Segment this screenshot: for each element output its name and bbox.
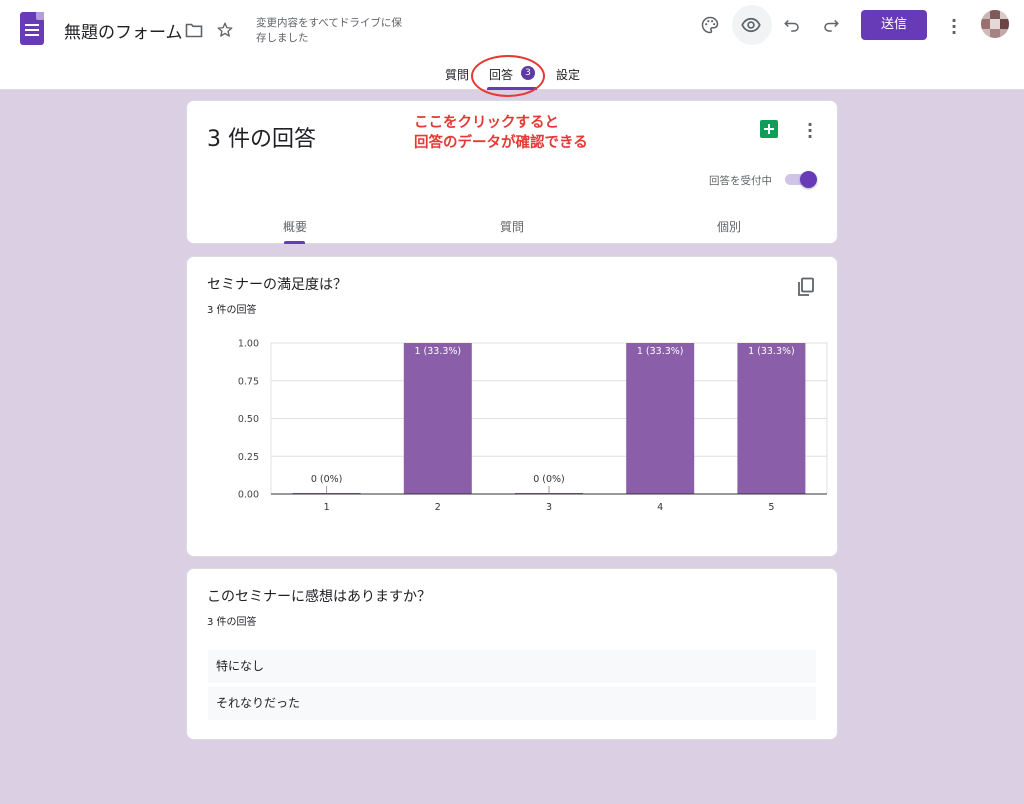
highlight-circle	[471, 55, 545, 97]
y-tick-label: 0.00	[238, 490, 259, 501]
star-icon[interactable]	[216, 21, 234, 39]
question-2-card: このセミナーに感想はありますか？ 3 件の回答 特になし それなりだった	[186, 568, 838, 740]
save-status: 変更内容をすべてドライブに保存しました	[256, 17, 402, 44]
undo-icon[interactable]	[783, 16, 801, 34]
palette-icon[interactable]	[700, 15, 720, 35]
annotation-text: ここをクリックすると 回答のデータが確認できる	[414, 113, 588, 153]
send-button[interactable]: 送信	[861, 10, 927, 40]
annotation-line-1: ここをクリックすると	[414, 115, 559, 131]
chart-bar	[403, 343, 472, 494]
response-summary-title: 3 件の回答	[207, 127, 316, 152]
summary-more-icon[interactable]: · · ·	[805, 117, 815, 145]
bar-data-label: 0 (0%)	[533, 474, 565, 485]
subtab-indicator	[284, 241, 305, 244]
question-2-count: 3 件の回答	[207, 617, 257, 628]
subtab-individual[interactable]: 個別	[703, 218, 755, 235]
question-1-card: セミナーの満足度は？ 3 件の回答 0.00 0.25 0.50 0.75 1.00 0 …	[186, 256, 838, 557]
accepting-responses-label: 回答を受付中	[709, 175, 772, 187]
forms-logo-icon[interactable]	[20, 12, 44, 45]
x-tick-label: 4	[657, 502, 663, 513]
x-tick-label: 3	[546, 502, 552, 513]
eye-icon	[741, 17, 761, 33]
bar-chart: 0.00 0.25 0.50 0.75 1.00 0 (0%) 1 1 (33.3%) 2 0 (…	[238, 339, 828, 513]
tab-questions[interactable]: 質問	[445, 66, 469, 83]
list-item: それなりだった	[208, 687, 816, 720]
summary-card: 3 件の回答 ここをクリックすると 回答のデータが確認できる · · · 回答を受付…	[186, 100, 838, 244]
list-item: 特になし	[208, 650, 816, 683]
bar-data-label: 1 (33.3%)	[748, 346, 795, 357]
x-tick-label: 2	[435, 502, 441, 513]
sheets-icon[interactable]	[760, 120, 778, 138]
bar-data-label: 0 (0%)	[311, 474, 343, 485]
redo-icon[interactable]	[822, 16, 840, 34]
x-tick-label: 5	[768, 502, 774, 513]
subtab-summary[interactable]: 概要	[269, 218, 321, 235]
form-title[interactable]: 無題のフォーム	[64, 18, 183, 43]
bar-data-label: 1 (33.3%)	[414, 346, 461, 357]
y-tick-label: 0.25	[238, 452, 259, 463]
top-bar: 無題のフォーム 変更内容をすべてドライブに保存しました 送信 · · · 質問 回答…	[0, 0, 1024, 97]
toggle-knob[interactable]	[800, 171, 817, 188]
chart-bar	[626, 343, 695, 494]
y-tick-label: 0.50	[238, 414, 259, 425]
folder-icon[interactable]	[185, 22, 203, 38]
x-tick-label: 1	[324, 502, 330, 513]
tab-settings[interactable]: 設定	[556, 66, 580, 83]
more-options-icon[interactable]: · · ·	[949, 13, 959, 41]
question-2-title: このセミナーに感想はありますか？	[207, 589, 431, 605]
subtab-question[interactable]: 質問	[486, 218, 538, 235]
y-tick-label: 0.75	[238, 376, 259, 387]
chart-bar	[737, 343, 806, 494]
avatar[interactable]	[981, 10, 1009, 38]
annotation-line-2: 回答のデータが確認できる	[414, 135, 588, 151]
y-tick-label: 1.00	[238, 339, 259, 350]
bar-data-label: 1 (33.3%)	[637, 346, 684, 357]
